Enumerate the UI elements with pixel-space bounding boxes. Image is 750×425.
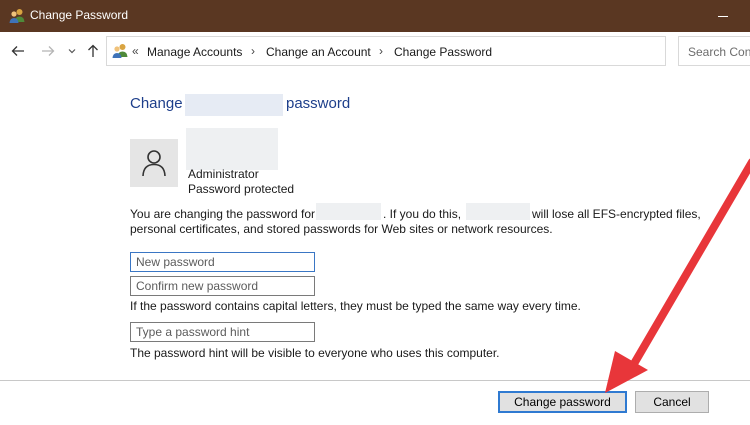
redacted-name [316,203,381,220]
password-hint-field[interactable] [130,322,315,342]
cancel-button[interactable]: Cancel [635,391,709,413]
user-icon [130,139,178,187]
annotation-arrow-head [605,351,648,393]
redacted-name [466,203,530,220]
change-password-button[interactable]: Change password [498,391,627,413]
users-icon [110,42,130,60]
search-input[interactable]: Search Conl [678,36,750,66]
warning-text-line2: personal certificates, and stored passwo… [130,222,553,236]
page-heading-prefix: Change [130,95,183,112]
warning-text-part3: will lose all EFS-encrypted files, [532,207,701,221]
hint-note: The password hint will be visible to eve… [130,346,500,360]
back-arrow-icon[interactable] [8,40,28,62]
breadcrumb-separator[interactable]: › [379,44,383,58]
account-status: Password protected [188,182,295,196]
forward-arrow-icon[interactable] [38,40,58,62]
redacted-username [185,94,283,116]
breadcrumb-overflow[interactable]: « [132,44,139,58]
title-bar: Change Password [0,0,750,32]
breadcrumb-separator[interactable]: › [251,44,255,58]
warning-text-part2: . If you do this, [383,207,462,221]
footer-divider [0,380,750,381]
confirm-password-field[interactable] [130,276,315,296]
chevron-down-icon[interactable] [62,40,82,62]
account-type: Administrator [188,167,259,181]
warning-text-part1: You are changing the password for [130,207,316,221]
search-placeholder: Search Conl [688,45,750,59]
page-heading-suffix: password [286,95,351,112]
up-arrow-icon[interactable] [83,40,103,62]
annotation-arrow-shaft [624,158,750,378]
breadcrumb-change-password[interactable]: Change Password [394,45,492,59]
users-icon [8,7,26,25]
breadcrumb-change-an-account[interactable]: Change an Account [266,45,371,59]
navigation-bar: « Manage Accounts › Change an Account › … [0,32,750,72]
new-password-field[interactable] [130,252,315,272]
capital-letters-note: If the password contains capital letters… [130,299,581,313]
redacted-account-name [186,128,278,170]
breadcrumb-manage-accounts[interactable]: Manage Accounts [147,45,242,59]
address-bar[interactable]: « Manage Accounts › Change an Account › … [106,36,750,66]
window-title: Change Password [30,8,129,22]
minimize-button[interactable] [712,6,736,26]
